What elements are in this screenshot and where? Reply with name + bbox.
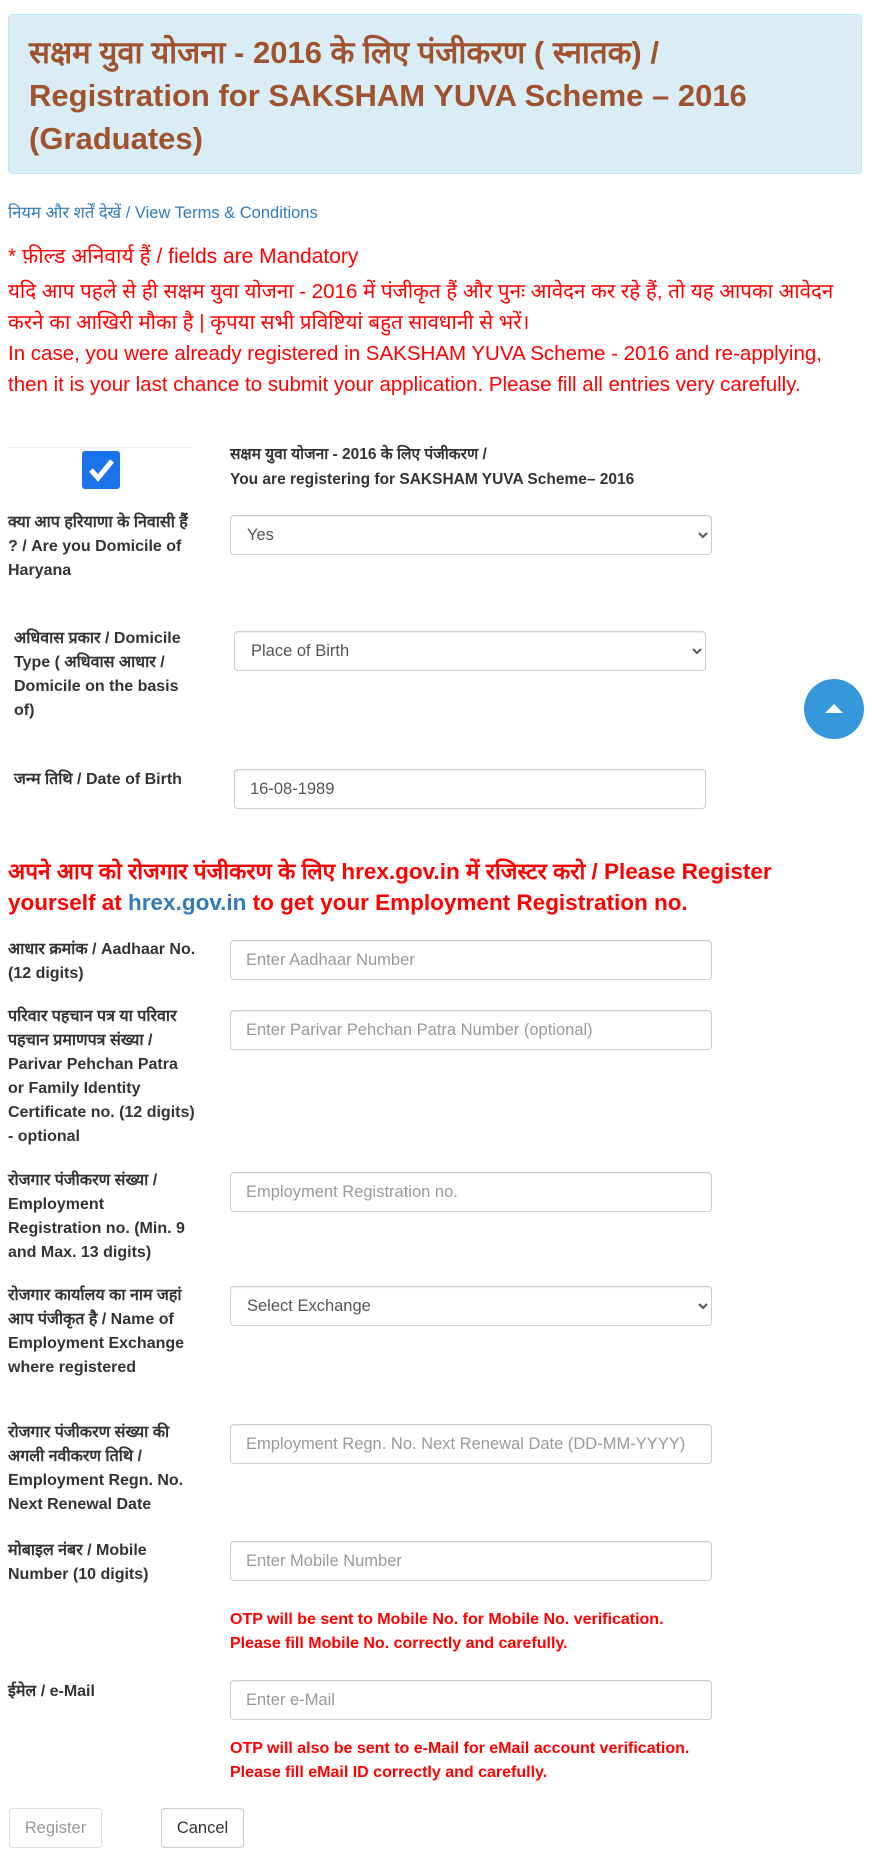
employment-reg-label: रोजगार पंजीकरण संख्या / Employment Regis… [8,1172,185,1261]
mobile-label: मोबाइल नंबर / Mobile Number (10 digits) [8,1542,149,1583]
caret-up-icon [825,704,843,713]
mobile-otp-note: OTP will be sent to Mobile No. for Mobil… [230,1608,664,1656]
employment-reg-input[interactable] [230,1172,712,1212]
cancel-button[interactable]: Cancel [161,1808,244,1848]
notice-text-end: to get your Employment Registration no. [246,890,688,915]
email-otp-note: OTP will also be sent to e-Mail for eMai… [230,1737,689,1785]
page-title: सक्षम युवा योजना - 2016 के लिए पंजीकरण (… [29,35,747,156]
warning-text: यदि आप पहले से ही सक्षम युवा योजना - 201… [8,276,858,400]
note-line: Please fill Mobile No. correctly and car… [230,1635,568,1652]
terms-link-hindi[interactable]: नियम और शर्तें देखें [8,204,121,222]
mandatory-note: * फ़ील्ड अनिवार्य हैं / fields are Manda… [8,245,359,268]
warning-hindi: यदि आप पहले से ही सक्षम युवा योजना - 201… [8,280,834,334]
terms-link[interactable]: View Terms & Conditions [135,204,318,222]
aadhaar-input[interactable] [230,940,712,980]
page-header: सक्षम युवा योजना - 2016 के लिए पंजीकरण (… [8,14,862,174]
domicile-type-select[interactable]: Place of Birth [234,631,706,671]
mobile-input[interactable] [230,1541,712,1581]
terms-link-row: नियम और शर्तें देखें / View Terms & Cond… [8,200,318,223]
domicile-type-label: अधिवास प्रकार / Domicile Type ( अधिवास आ… [14,630,181,719]
domicile-label: क्या आप हरियाणा के निवासी हैं ? / Are yo… [8,514,188,579]
scheme-checkbox[interactable] [82,451,120,489]
dob-label: जन्म तिथि / Date of Birth [14,771,182,788]
dob-input[interactable] [234,769,706,809]
divider [8,447,192,448]
aadhaar-label: आधार क्रमांक / Aadhaar No. (12 digits) [8,941,196,982]
register-notice: अपने आप को रोजगार पंजीकरण के लिए hrex.go… [8,856,858,918]
register-button[interactable]: Register [9,1808,102,1848]
scheme-label-english: You are registering for SAKSHAM YUVA Sch… [230,471,635,488]
warning-english: In case, you were already registered in … [8,342,822,396]
renewal-label: रोजगार पंजीकरण संख्या की अगली नवीकरण तिथ… [8,1424,184,1513]
check-icon [89,459,114,482]
note-line: OTP will also be sent to e-Mail for eMai… [230,1740,690,1757]
email-label: ईमेल / e-Mail [8,1683,95,1700]
scroll-top-button[interactable] [804,679,864,739]
note-line: OTP will be sent to Mobile No. for Mobil… [230,1611,664,1628]
parivar-label: परिवार पहचान पत्र या परिवार पहचान प्रमाण… [8,1008,195,1145]
scheme-label-hindi: सक्षम युवा योजना - 2016 के लिए पंजीकरण / [230,446,487,463]
hrex-link[interactable]: hrex.gov.in [128,890,246,915]
separator: / [121,204,135,222]
note-line: Please fill eMail ID correctly and caref… [230,1764,548,1781]
parivar-input[interactable] [230,1010,712,1050]
exchange-label: रोजगार कार्यालय का नाम जहां आप पंजीकृत ह… [8,1287,185,1376]
exchange-select[interactable]: Select Exchange [230,1286,712,1326]
renewal-date-input[interactable] [230,1424,712,1464]
scheme-check-label: सक्षम युवा योजना - 2016 के लिए पंजीकरण /… [230,442,634,492]
email-input[interactable] [230,1680,712,1720]
domicile-select[interactable]: Yes [230,515,712,555]
